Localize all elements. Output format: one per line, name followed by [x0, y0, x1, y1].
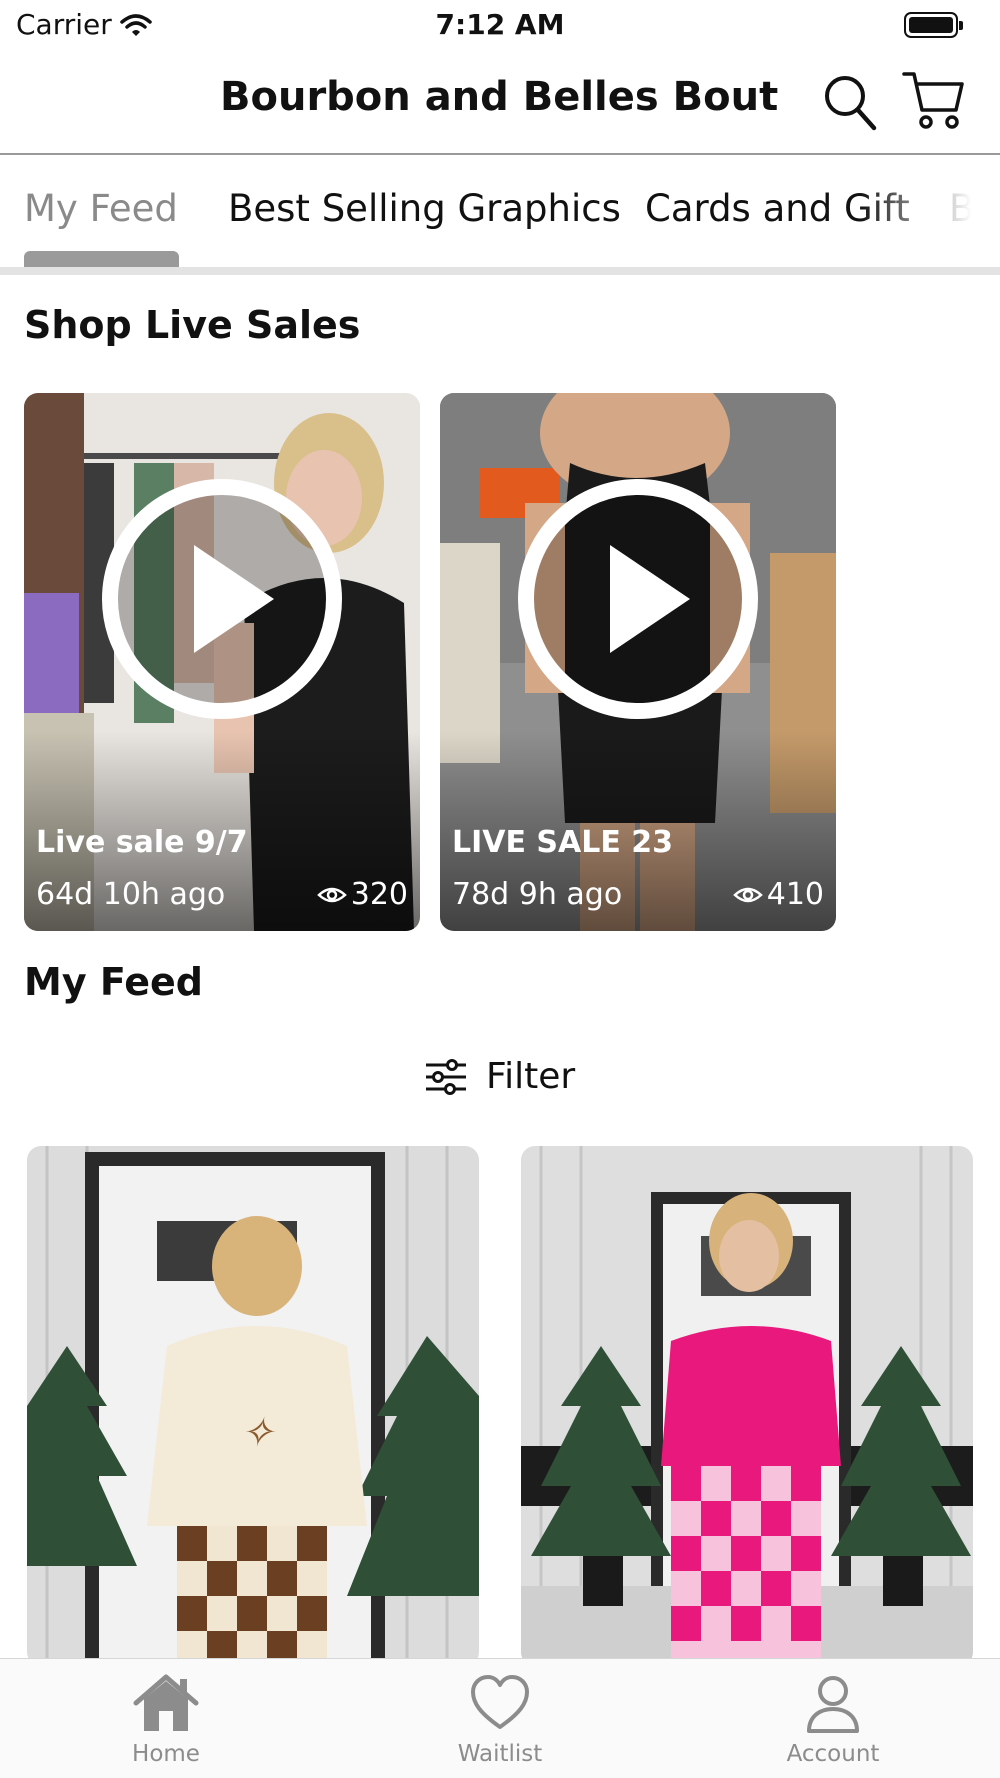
view-count-value: 410 — [766, 877, 824, 912]
tabs-fade — [860, 157, 1000, 257]
tab-my-feed[interactable]: My Feed — [24, 187, 178, 230]
tab-home[interactable]: Home — [66, 1673, 266, 1767]
nav-bar: Bourbon and Belles Bout... — [0, 50, 1000, 155]
battery-icon — [904, 12, 963, 38]
live-sale-card[interactable]: LIVE SALE 23 78d 9h ago 410 — [440, 393, 836, 931]
tab-indicator — [24, 251, 179, 267]
tab-home-label: Home — [132, 1741, 200, 1767]
tab-waitlist-label: Waitlist — [457, 1741, 543, 1767]
product-image — [521, 1146, 973, 1666]
live-sale-age: 78d 9h ago — [452, 877, 623, 912]
tab-waitlist[interactable]: Waitlist — [400, 1673, 600, 1767]
filter-button[interactable]: Filter — [424, 1056, 575, 1097]
product-card[interactable]: ✧ — [27, 1146, 479, 1666]
search-icon[interactable] — [822, 72, 878, 132]
view-count: 410 — [732, 877, 824, 912]
product-card[interactable] — [521, 1146, 973, 1666]
tab-account-label: Account — [786, 1741, 880, 1767]
view-count: 320 — [316, 877, 408, 912]
svg-text:✧: ✧ — [240, 1410, 276, 1455]
home-icon — [133, 1674, 199, 1731]
tab-account[interactable]: Account — [733, 1673, 933, 1767]
status-bar: Carrier 7:12 AM — [0, 0, 1000, 50]
live-sale-card[interactable]: Live sale 9/7 64d 10h ago 320 — [24, 393, 420, 931]
live-sale-title: Live sale 9/7 — [36, 825, 248, 860]
tab-best-selling-graphics[interactable]: Best Selling Graphics — [228, 187, 621, 230]
live-sales-heading: Shop Live Sales — [24, 303, 361, 347]
play-icon[interactable] — [518, 479, 758, 719]
eye-icon — [732, 887, 763, 902]
play-icon[interactable] — [102, 479, 342, 719]
tabs-divider — [0, 267, 1000, 275]
person-icon — [807, 1676, 859, 1733]
feed-heading: My Feed — [24, 960, 203, 1004]
category-tabs: My Feed Best Selling Graphics Cards and … — [0, 157, 1000, 275]
store-title: Bourbon and Belles Bout... — [220, 74, 780, 120]
product-image: ✧ — [27, 1146, 479, 1666]
live-sale-age: 64d 10h ago — [36, 877, 226, 912]
filter-label: Filter — [486, 1056, 576, 1097]
clock: 7:12 AM — [435, 8, 565, 41]
view-count-value: 320 — [350, 877, 408, 912]
eye-icon — [316, 887, 347, 902]
filter-icon — [426, 1058, 466, 1095]
bottom-tab-bar: Home Waitlist Account — [0, 1658, 1000, 1778]
cart-icon[interactable] — [900, 68, 966, 132]
heart-icon — [471, 1675, 529, 1729]
live-sale-title: LIVE SALE 23 — [452, 825, 674, 860]
